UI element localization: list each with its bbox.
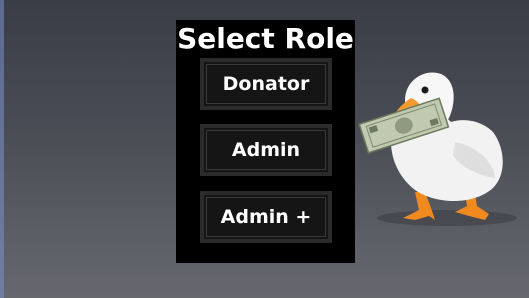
admin-plus-button[interactable]: Admin + xyxy=(200,191,332,243)
role-select-panel: Select Role Donator Admin Admin + xyxy=(176,20,355,263)
admin-button[interactable]: Admin xyxy=(200,124,332,176)
window-edge xyxy=(0,0,4,298)
donator-button[interactable]: Donator xyxy=(200,58,332,110)
duck-with-money-icon xyxy=(358,72,517,226)
panel-title: Select Role xyxy=(177,22,354,55)
